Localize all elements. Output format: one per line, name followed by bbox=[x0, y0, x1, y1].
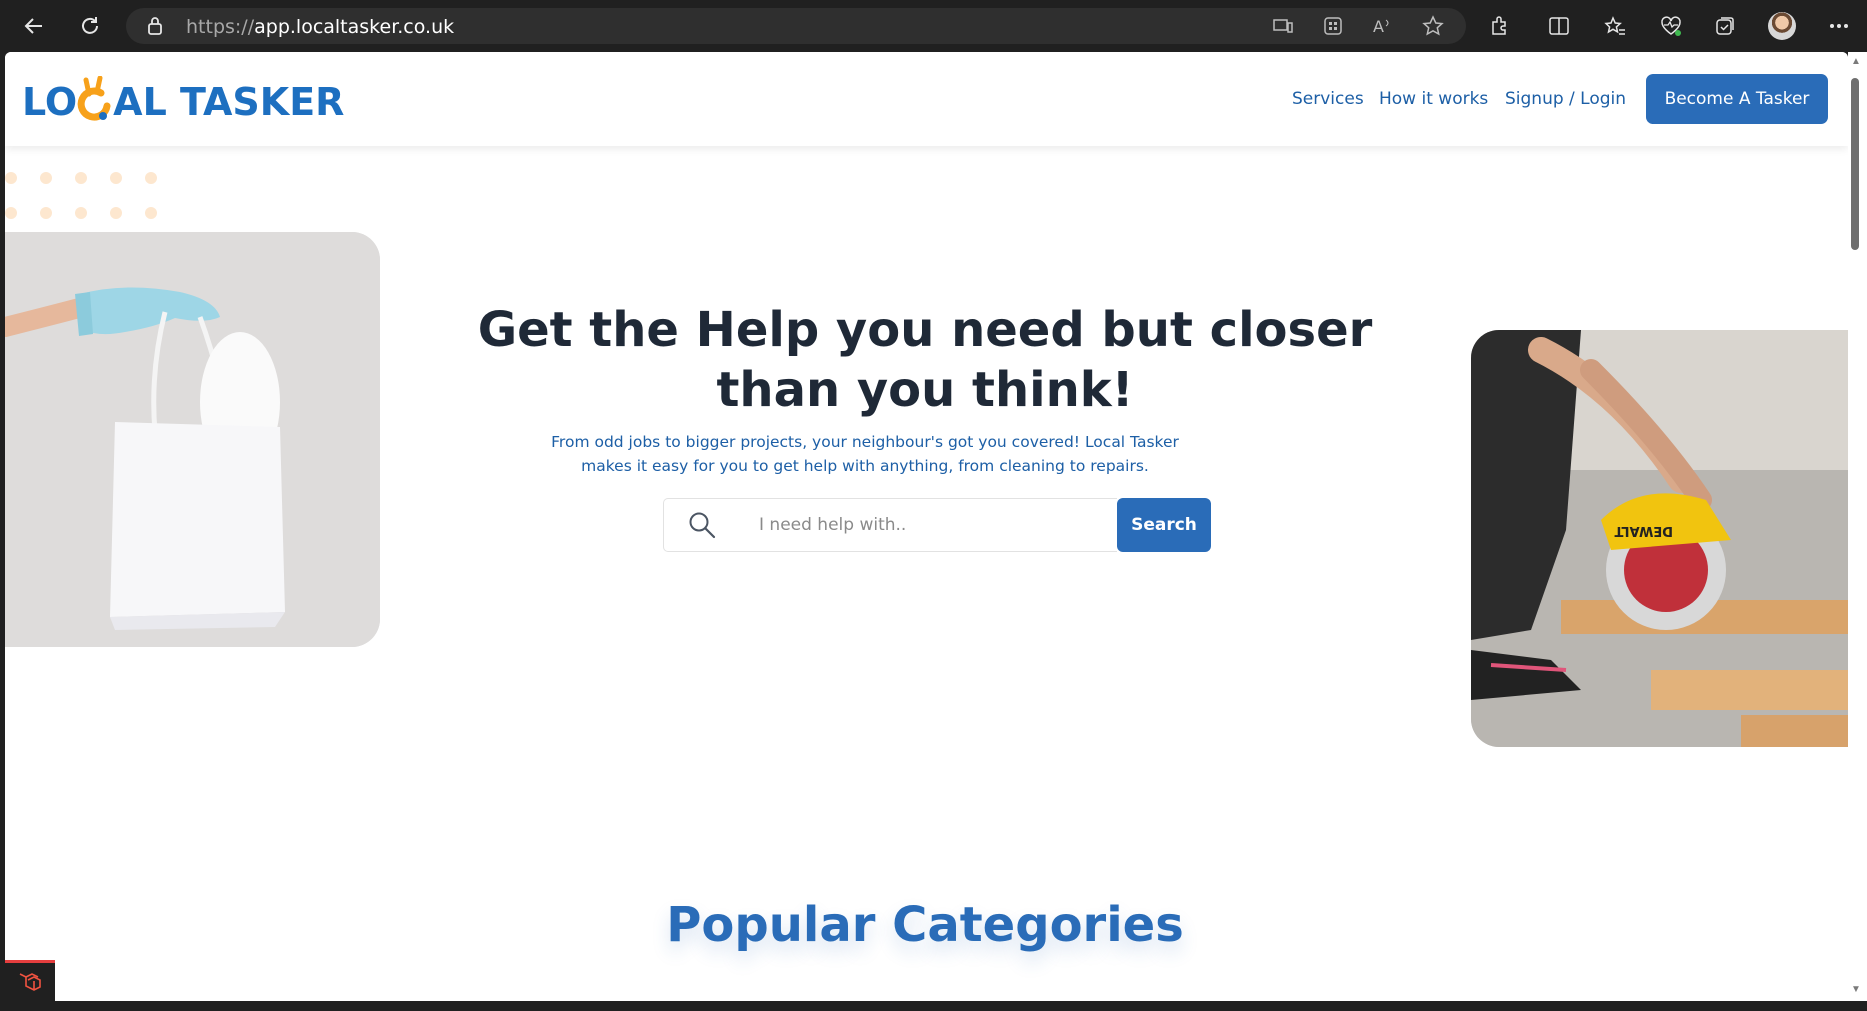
logo-text-end: AL TASKER bbox=[113, 80, 345, 124]
favorite-star-icon[interactable] bbox=[1420, 13, 1446, 39]
refresh-icon[interactable] bbox=[72, 8, 108, 44]
health-icon[interactable] bbox=[1658, 13, 1684, 39]
scroll-up-icon[interactable]: ▲ bbox=[1849, 56, 1863, 68]
laravel-debugbar-icon[interactable] bbox=[5, 960, 55, 1001]
hero-subtitle: From odd jobs to bigger projects, your n… bbox=[551, 433, 1179, 475]
scroll-down-icon[interactable]: ▼ bbox=[1849, 984, 1863, 996]
more-menu-icon[interactable] bbox=[1826, 13, 1852, 39]
nav-services[interactable]: Services bbox=[1292, 89, 1364, 109]
logo-hand-icon bbox=[77, 75, 113, 124]
logo-text-start: LO bbox=[22, 80, 78, 124]
page-viewport: LO AL TASKER Services How it works Signu… bbox=[5, 52, 1848, 1001]
hero-title: Get the Help you need but closer than yo… bbox=[477, 302, 1373, 418]
browser-toolbar: https://app.localtasker.co.uk A bbox=[0, 0, 1867, 52]
nav-signup-login[interactable]: Signup / Login bbox=[1505, 89, 1626, 109]
extensions-icon[interactable] bbox=[1486, 13, 1512, 39]
search-bar: Search bbox=[663, 498, 1211, 552]
hero-image-repairs: DEWALT bbox=[1471, 330, 1848, 747]
lock-icon[interactable] bbox=[146, 16, 164, 41]
site-logo[interactable]: LO AL TASKER bbox=[22, 75, 345, 124]
scroll-thumb[interactable] bbox=[1851, 78, 1859, 250]
back-icon[interactable] bbox=[16, 8, 52, 44]
search-input[interactable] bbox=[739, 498, 1117, 552]
address-bar[interactable]: https://app.localtasker.co.uk bbox=[126, 8, 1466, 44]
hero-image-cleaning bbox=[5, 232, 380, 647]
popular-categories-heading: Popular Categories bbox=[666, 897, 1184, 953]
become-a-tasker-button[interactable]: Become A Tasker bbox=[1646, 74, 1828, 124]
read-aloud-icon[interactable]: A bbox=[1370, 13, 1396, 39]
taskbar-strip bbox=[0, 1001, 1867, 1011]
collections-icon[interactable] bbox=[1712, 13, 1738, 39]
apps-icon[interactable] bbox=[1320, 13, 1346, 39]
device-icon[interactable] bbox=[1270, 13, 1296, 39]
site-header: LO AL TASKER Services How it works Signu… bbox=[5, 52, 1848, 146]
nav-how-it-works[interactable]: How it works bbox=[1379, 89, 1488, 109]
favorites-icon[interactable] bbox=[1602, 13, 1628, 39]
url-text: https://app.localtasker.co.uk bbox=[186, 16, 455, 38]
svg-text:A: A bbox=[1373, 17, 1384, 36]
search-icon bbox=[663, 498, 739, 552]
svg-text:DEWALT: DEWALT bbox=[1614, 523, 1673, 538]
profile-avatar[interactable] bbox=[1768, 12, 1796, 40]
split-screen-icon[interactable] bbox=[1546, 13, 1572, 39]
search-button[interactable]: Search bbox=[1117, 498, 1211, 552]
